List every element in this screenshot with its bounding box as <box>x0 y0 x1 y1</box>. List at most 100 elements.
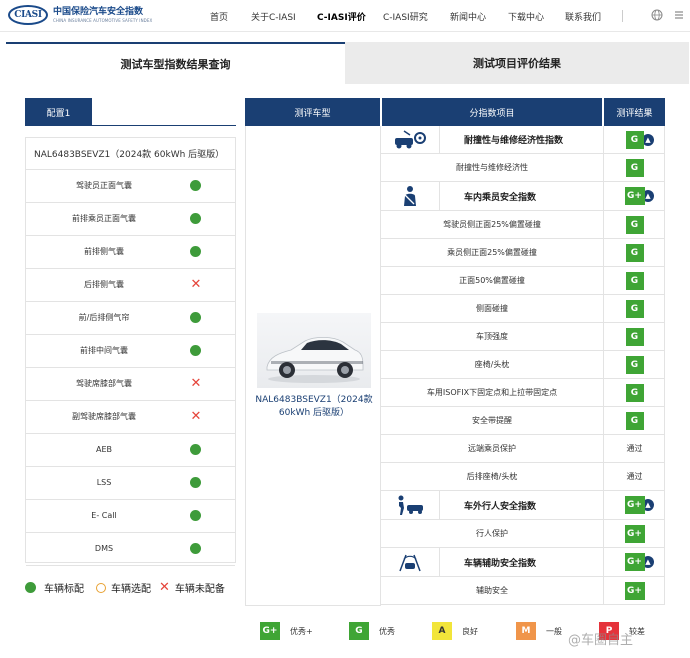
result-cell: G+ <box>603 182 665 210</box>
item-name: 驾驶员侧正面25%偏置碰撞 <box>443 220 541 229</box>
item-row: 驾驶员侧正面25%偏置碰撞 G <box>381 211 665 239</box>
item-row: 安全带提醒 G <box>381 407 665 435</box>
nav-news[interactable]: 新闻中心 <box>450 10 486 23</box>
watermark: @车圈自主 <box>568 633 634 648</box>
nav-downloads[interactable]: 下载中心 <box>508 10 544 23</box>
not-equipped-x-icon: ✕ <box>190 376 202 391</box>
category-row[interactable]: 车内乘员安全指数 ▲ G+ <box>381 182 665 211</box>
header-result: 测评结果 <box>604 98 665 126</box>
grade-badge: G+ <box>624 187 645 205</box>
nav-about[interactable]: 关于C-IASI <box>251 10 296 23</box>
grade-badge: G <box>625 271 644 290</box>
optional-ring-icon <box>96 582 106 593</box>
config-item-label: 副驾驶席膝部气囊 <box>72 412 136 421</box>
result-cell: G+ <box>603 520 665 547</box>
nav-home[interactable]: 首页 <box>210 10 228 23</box>
result-tabs: 测试车型指数结果查询 测试项目评价结果 <box>6 42 689 84</box>
item-name: 安全带提醒 <box>472 416 512 425</box>
item-row: 行人保护 G+ <box>381 520 665 548</box>
grade-badge: G <box>625 299 644 318</box>
item-row: 后排座椅/头枕 通过 <box>381 463 665 491</box>
item-row: 车顶强度 G <box>381 323 665 351</box>
standard-dot-icon <box>190 213 202 225</box>
config-row: AEB <box>26 434 235 467</box>
result-cell: G <box>603 267 665 294</box>
grade-badge: G <box>625 355 644 374</box>
config-item-label: 驾驶席膝部气囊 <box>76 379 132 388</box>
config-row: 前排乘员正面气囊 <box>26 203 235 236</box>
item-name: 侧面碰撞 <box>476 304 508 313</box>
config-model-name: NAL6483BSEVZ1（2024款 60kWh 后驱版） <box>26 138 235 170</box>
config-item-label: 前排侧气囊 <box>84 247 124 256</box>
grade-legend-badge: M <box>516 622 536 640</box>
config-row: 驾驶席膝部气囊 ✕ <box>26 368 235 401</box>
config-row: 前排中间气囊 <box>26 335 235 368</box>
item-row: 座椅/头枕 G <box>381 351 665 379</box>
grade-badge: G <box>625 130 644 149</box>
result-cell: 通过 <box>603 463 665 490</box>
config-row: 副驾驶席膝部气囊 ✕ <box>26 401 235 434</box>
item-name: 座椅/头枕 <box>474 360 510 369</box>
standard-dot-icon <box>190 246 202 258</box>
item-name: 车顶强度 <box>476 332 508 341</box>
grade-legend-item: G+ 优秀+ <box>260 622 313 640</box>
result-cell: G <box>603 351 665 378</box>
site-logo[interactable]: CIASI 中国保险汽车安全指数 CHINA INSURANCE AUTOMOT… <box>8 5 152 25</box>
grade-legend-label: 优秀 <box>379 626 395 636</box>
standard-dot-icon <box>190 345 202 357</box>
grade-legend-label: 良好 <box>462 626 478 636</box>
grade-badge: G <box>625 243 644 262</box>
config-item-label: LSS <box>96 478 112 487</box>
config-item-label: 前/后排侧气帘 <box>78 313 130 322</box>
grade-legend-label: 优秀+ <box>290 626 313 636</box>
result-cell: G <box>603 211 665 238</box>
globe-icon[interactable] <box>651 9 663 21</box>
grade-badge: G <box>625 327 644 346</box>
repair-icon <box>381 126 439 153</box>
tested-model-cell: NAL6483BSEVZ1（2024款 60kWh 后驱版） <box>245 126 381 606</box>
item-name: 辅助安全 <box>476 586 508 595</box>
assist-icon <box>381 548 439 576</box>
tested-model-name[interactable]: NAL6483BSEVZ1（2024款 60kWh 后驱版） <box>246 394 382 420</box>
config-item-label: AEB <box>95 445 112 454</box>
item-row: 车用ISOFIX下固定点和上拉带固定点 G <box>381 379 665 407</box>
category-row[interactable]: 车外行人安全指数 ▲ G+ <box>381 491 665 520</box>
nav-research[interactable]: C-IASI研究 <box>383 10 428 23</box>
config-tab[interactable]: 配置1 <box>25 98 92 126</box>
config-item-label: 驾驶员正面气囊 <box>76 181 132 190</box>
category-name: 车辆辅助安全指数 <box>439 548 603 576</box>
occupant-icon <box>381 182 439 210</box>
category-row[interactable]: 车辆辅助安全指数 ▲ G+ <box>381 548 665 577</box>
logo-title: 中国保险汽车安全指数 <box>53 6 144 17</box>
grade-badge: G+ <box>624 524 645 543</box>
car-image <box>257 313 371 388</box>
pass-text: 通过 <box>626 472 643 481</box>
top-navigation-bar: CIASI 中国保险汽车安全指数 CHINA INSURANCE AUTOMOT… <box>0 0 690 32</box>
pass-text: 通过 <box>626 444 643 453</box>
config-row: E- Call <box>26 500 235 533</box>
nav-evaluation[interactable]: C-IASI评价 <box>317 10 366 23</box>
result-cell: G <box>603 407 665 434</box>
tab-test-item-results[interactable]: 测试项目评价结果 <box>345 42 689 84</box>
result-cell: G <box>603 323 665 350</box>
item-name: 后排座椅/头枕 <box>466 472 518 481</box>
item-name: 正面50%偏置碰撞 <box>459 276 525 285</box>
standard-dot-icon <box>25 582 36 593</box>
tab-model-index-query[interactable]: 测试车型指数结果查询 <box>6 42 345 84</box>
standard-dot-icon <box>190 510 202 522</box>
nav-contact[interactable]: 联系我们 <box>565 10 601 23</box>
logo-mark: CIASI <box>8 5 48 25</box>
grade-legend-item: A 良好 <box>432 622 478 640</box>
result-cell: G+ <box>603 548 665 576</box>
config-row: LSS <box>26 467 235 500</box>
result-cell: G <box>603 295 665 322</box>
config-row: 前/后排侧气帘 <box>26 302 235 335</box>
grade-badge: G+ <box>624 553 645 571</box>
item-row: 耐撞性与维修经济性 G <box>381 154 665 182</box>
category-name: 车内乘员安全指数 <box>439 182 603 210</box>
result-cell: G <box>603 126 665 153</box>
category-row[interactable]: 耐撞性与维修经济性指数 ▲ G <box>381 126 665 154</box>
item-row: 乘员侧正面25%偏置碰撞 G <box>381 239 665 267</box>
config-row: DMS <box>26 533 235 566</box>
menu-icon[interactable] <box>673 9 685 21</box>
